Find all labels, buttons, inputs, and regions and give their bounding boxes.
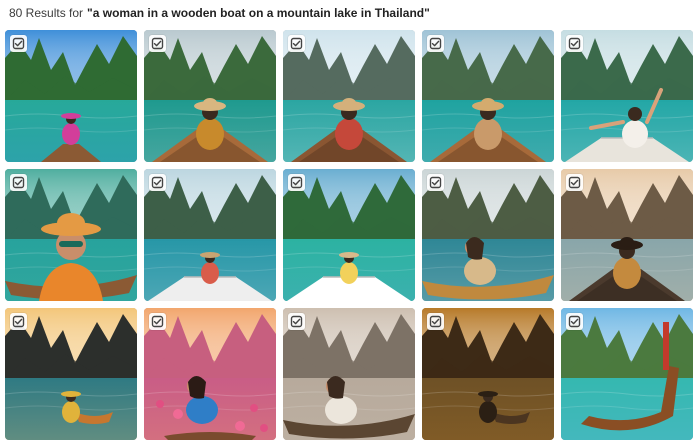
select-checkbox-icon[interactable] bbox=[288, 35, 305, 52]
search-query: "a woman in a wooden boat on a mountain … bbox=[87, 6, 430, 20]
select-checkbox-icon[interactable] bbox=[149, 313, 166, 330]
result-tile[interactable] bbox=[5, 169, 137, 301]
result-tile[interactable] bbox=[422, 308, 554, 440]
select-checkbox-icon[interactable] bbox=[427, 313, 444, 330]
select-checkbox-icon[interactable] bbox=[10, 35, 27, 52]
select-checkbox-icon[interactable] bbox=[427, 35, 444, 52]
select-checkbox-icon[interactable] bbox=[566, 174, 583, 191]
result-tile[interactable] bbox=[144, 169, 276, 301]
result-tile[interactable] bbox=[561, 169, 693, 301]
result-tile[interactable] bbox=[561, 30, 693, 162]
result-tile[interactable] bbox=[283, 308, 415, 440]
result-tile[interactable] bbox=[283, 30, 415, 162]
result-tile[interactable] bbox=[5, 30, 137, 162]
results-header: 80 Results for "a woman in a wooden boat … bbox=[9, 4, 430, 22]
select-checkbox-icon[interactable] bbox=[149, 174, 166, 191]
result-tile[interactable] bbox=[144, 30, 276, 162]
result-tile[interactable] bbox=[144, 308, 276, 440]
select-checkbox-icon[interactable] bbox=[10, 313, 27, 330]
result-tile[interactable] bbox=[422, 169, 554, 301]
result-tile[interactable] bbox=[422, 30, 554, 162]
result-tile[interactable] bbox=[283, 169, 415, 301]
results-count-label: 80 Results for bbox=[9, 6, 84, 20]
select-checkbox-icon[interactable] bbox=[288, 174, 305, 191]
result-tile[interactable] bbox=[561, 308, 693, 440]
select-checkbox-icon[interactable] bbox=[427, 174, 444, 191]
select-checkbox-icon[interactable] bbox=[566, 35, 583, 52]
select-checkbox-icon[interactable] bbox=[566, 313, 583, 330]
select-checkbox-icon[interactable] bbox=[288, 313, 305, 330]
result-tile[interactable] bbox=[5, 308, 137, 440]
select-checkbox-icon[interactable] bbox=[149, 35, 166, 52]
results-grid bbox=[5, 30, 693, 440]
select-checkbox-icon[interactable] bbox=[10, 174, 27, 191]
